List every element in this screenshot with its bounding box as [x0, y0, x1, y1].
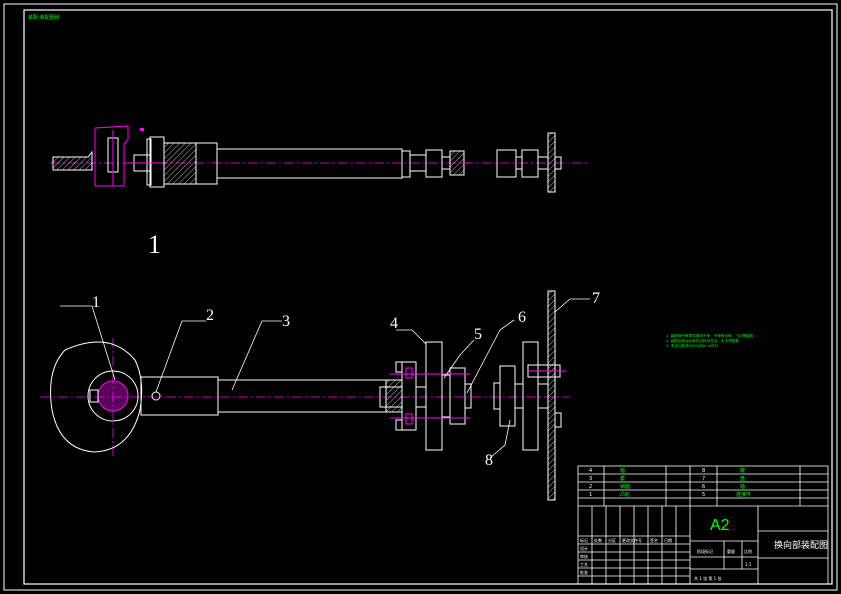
outer-border — [3, 3, 838, 591]
callout-1: 1 — [92, 294, 100, 311]
svg-text:更改文件号: 更改文件号 — [622, 537, 642, 543]
leader-5 — [443, 339, 475, 379]
bom-name-2: 销轴 — [620, 483, 630, 490]
view-label: 1 — [148, 230, 161, 259]
svg-text:重量: 重量 — [727, 548, 735, 554]
top-view — [50, 125, 590, 193]
svg-text:处数: 处数 — [594, 537, 602, 543]
svg-text:签名: 签名 — [650, 537, 658, 543]
svg-text:比例: 比例 — [744, 548, 752, 554]
disc-2 — [496, 149, 517, 178]
bom-no-4: 4 — [589, 468, 592, 474]
leader-4 — [396, 329, 427, 345]
sleeve — [195, 142, 218, 185]
tech-notes: 1. 装配前所有零件清洗干净，不得有毛刺、飞边等缺陷 2. 装配后各运动部件应转… — [666, 333, 754, 348]
flange — [401, 361, 417, 431]
cam-outline — [94, 125, 129, 187]
end-plate — [547, 132, 556, 193]
disc-6 — [522, 341, 539, 451]
long-rod — [216, 148, 403, 179]
bom-name-6: 轴 — [740, 483, 745, 490]
leaders — [60, 298, 590, 459]
bom-name-1: 凸轮 — [620, 491, 630, 498]
disc-5 — [449, 367, 466, 425]
pin-block — [149, 136, 165, 188]
callout-7: 7 — [592, 290, 600, 307]
end-plate-front — [547, 290, 556, 501]
callout-3: 3 — [282, 313, 290, 330]
callout-2: 2 — [206, 307, 214, 324]
disc-4 — [425, 341, 443, 451]
bom-table: 4 轴 3 套 2 销轴 1 凸轮 8 键 7 盘 6 轴 5 连接件 — [589, 467, 751, 498]
note-3: 3. 未注公差按GB/T1804-m执行 — [666, 343, 719, 348]
leader-7 — [554, 298, 590, 313]
svg-text:审核: 审核 — [580, 553, 588, 559]
scale-value: 1:1 — [745, 562, 752, 567]
bom-name-3: 套 — [620, 475, 625, 482]
sleeve-hatch — [163, 142, 197, 185]
header-tag: 装配-装配图纸 — [28, 14, 60, 21]
note-1: 1. 装配前所有零件清洗干净，不得有毛刺、飞边等缺陷 — [666, 333, 754, 338]
bom-no-7: 7 — [702, 476, 705, 482]
base-plate — [52, 150, 93, 171]
bom-no-8: 8 — [702, 468, 705, 474]
sheet-count: 共 1 张 第 1 张 — [694, 575, 721, 581]
bom-name-8: 键 — [740, 467, 745, 474]
bom-name-5: 连接件 — [736, 491, 751, 498]
bom-name-4: 轴 — [620, 467, 625, 474]
note-2: 2. 装配后各运动部件应转动灵活，无卡滞现象 — [666, 338, 739, 343]
svg-text:批准: 批准 — [580, 569, 588, 575]
svg-text:分区: 分区 — [608, 537, 616, 543]
drawing-title: 换向部装配图 — [774, 539, 828, 551]
assembly-drawing: 装配-装配图纸 1 1 2 3 4 5 6 7 8 1. 装配前所有零件清洗干净… — [3, 3, 838, 591]
leader-2 — [155, 320, 206, 393]
svg-text:工艺: 工艺 — [580, 562, 588, 567]
disc-1 — [425, 149, 443, 178]
svg-text:设计: 设计 — [580, 545, 588, 551]
bom-no-2: 2 — [589, 484, 592, 490]
disc-8 — [499, 365, 516, 427]
svg-text:标记: 标记 — [580, 537, 588, 543]
bom-name-7: 盘 — [740, 475, 745, 482]
pin-block-front — [140, 376, 219, 416]
callout-6: 6 — [518, 309, 526, 326]
bom-no-3: 3 — [589, 476, 592, 482]
sheet-size: A2 — [710, 517, 730, 534]
bom-no-6: 6 — [702, 484, 705, 490]
callout-4: 4 — [390, 315, 398, 332]
callout-5: 5 — [474, 326, 482, 343]
bom-no-1: 1 — [589, 492, 592, 498]
svg-text:日期: 日期 — [664, 537, 672, 543]
callout-8: 8 — [485, 452, 493, 469]
bom-no-5: 5 — [702, 492, 705, 498]
svg-text:阶段标记: 阶段标记 — [697, 548, 713, 554]
